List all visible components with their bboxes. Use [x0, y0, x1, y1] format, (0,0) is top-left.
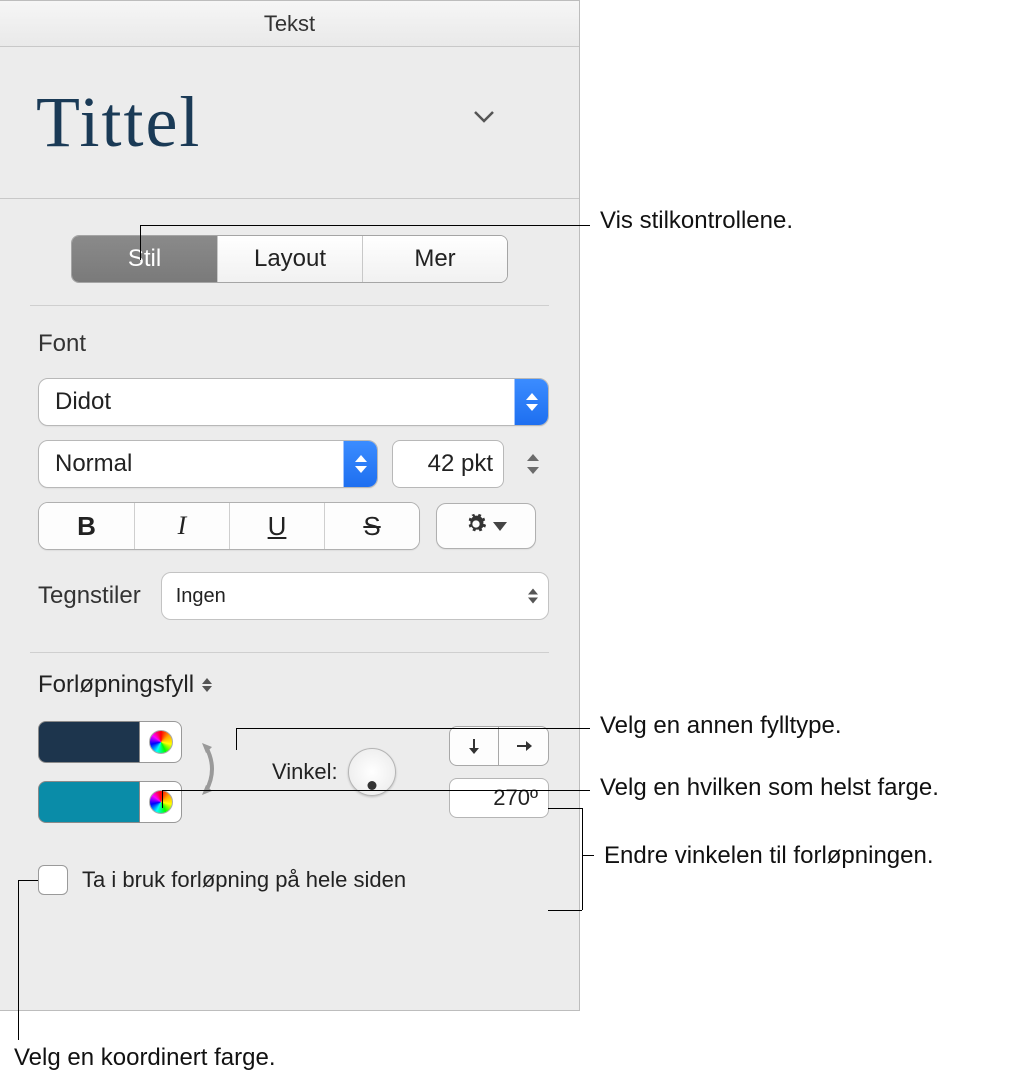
- chevron-down-icon: [493, 522, 507, 531]
- gear-icon: [465, 511, 487, 542]
- apply-whole-page-checkbox[interactable]: [38, 865, 68, 895]
- char-styles-value: Ingen: [176, 585, 226, 608]
- char-styles-label: Tegnstiler: [38, 582, 141, 610]
- tab-label: Stil: [128, 245, 161, 273]
- bold-button[interactable]: B: [39, 503, 134, 549]
- advanced-options-button[interactable]: [436, 503, 536, 549]
- swap-colors-icon[interactable]: [198, 737, 226, 807]
- stepper-down-icon[interactable]: [527, 467, 539, 474]
- panel-header: Tekst: [0, 1, 579, 47]
- tabs: Stil Layout Mer: [0, 199, 579, 305]
- gradient-start-color-picker[interactable]: [140, 721, 182, 763]
- font-size-value: 42 pkt: [393, 450, 503, 478]
- chevron-updown-icon: [528, 589, 538, 604]
- callout-fill-type: Velg en annen fylltype.: [600, 712, 842, 740]
- fill-type-label: Forløpningsfyll: [38, 671, 194, 699]
- font-size-stepper[interactable]: [522, 440, 544, 488]
- underline-button[interactable]: U: [229, 503, 324, 549]
- tab-label: Mer: [414, 245, 455, 273]
- color-wheel-icon: [149, 730, 173, 754]
- angle-value: 270º: [493, 785, 538, 811]
- popup-stepper-icon[interactable]: [343, 441, 377, 487]
- direction-down-button[interactable]: [449, 726, 499, 766]
- paragraph-style-row[interactable]: Tittel: [0, 47, 579, 199]
- tab-label: Layout: [254, 245, 326, 273]
- gradient-end-color-well[interactable]: [38, 781, 140, 823]
- stepper-up-icon[interactable]: [527, 454, 539, 461]
- callout-show-style: Vis stilkontrollene.: [600, 207, 793, 235]
- text-inspector-panel: Tekst Tittel Stil Layout Mer Font Didot: [0, 0, 580, 1011]
- tab-mer[interactable]: Mer: [362, 236, 507, 282]
- direction-right-button[interactable]: [499, 726, 549, 766]
- font-family-popup[interactable]: Didot: [38, 378, 549, 426]
- font-size-field[interactable]: 42 pkt: [392, 440, 504, 488]
- apply-whole-page-label: Ta i bruk forløpning på hele siden: [82, 867, 406, 893]
- angle-dial-indicator: [367, 781, 376, 790]
- popup-stepper-icon[interactable]: [514, 379, 548, 425]
- fill-type-popup[interactable]: Forløpningsfyll: [38, 671, 549, 699]
- text-style-buttons: B I U S: [38, 502, 420, 550]
- font-section: Font Didot Normal 42 pkt: [0, 306, 579, 644]
- chevron-down-icon[interactable]: [473, 107, 495, 130]
- chevron-updown-icon: [202, 678, 212, 692]
- paragraph-style-name: Tittel: [36, 81, 201, 164]
- fill-section: Forløpningsfyll: [0, 653, 579, 823]
- italic-button[interactable]: I: [134, 503, 229, 549]
- color-wheel-icon: [149, 790, 173, 814]
- strikethrough-button[interactable]: S: [324, 503, 419, 549]
- tab-stil[interactable]: Stil: [72, 236, 217, 282]
- panel-header-label: Tekst: [264, 11, 315, 37]
- gradient-end-color-picker[interactable]: [140, 781, 182, 823]
- tab-layout[interactable]: Layout: [217, 236, 362, 282]
- font-section-label: Font: [38, 330, 549, 358]
- callout-change-angle: Endre vinkelen til forløpningen.: [604, 842, 934, 870]
- angle-dial[interactable]: [348, 748, 396, 796]
- font-weight-popup[interactable]: Normal: [38, 440, 378, 488]
- gradient-start-color-well[interactable]: [38, 721, 140, 763]
- angle-label: Vinkel:: [272, 759, 338, 785]
- angle-value-field[interactable]: 270º: [449, 778, 549, 818]
- callout-coordinated-color: Velg en koordinert farge.: [14, 1044, 276, 1072]
- char-styles-popup[interactable]: Ingen: [161, 572, 549, 620]
- font-family-value: Didot: [39, 388, 514, 416]
- font-weight-value: Normal: [39, 450, 343, 478]
- callout-any-color: Velg en hvilken som helst farge.: [600, 774, 939, 802]
